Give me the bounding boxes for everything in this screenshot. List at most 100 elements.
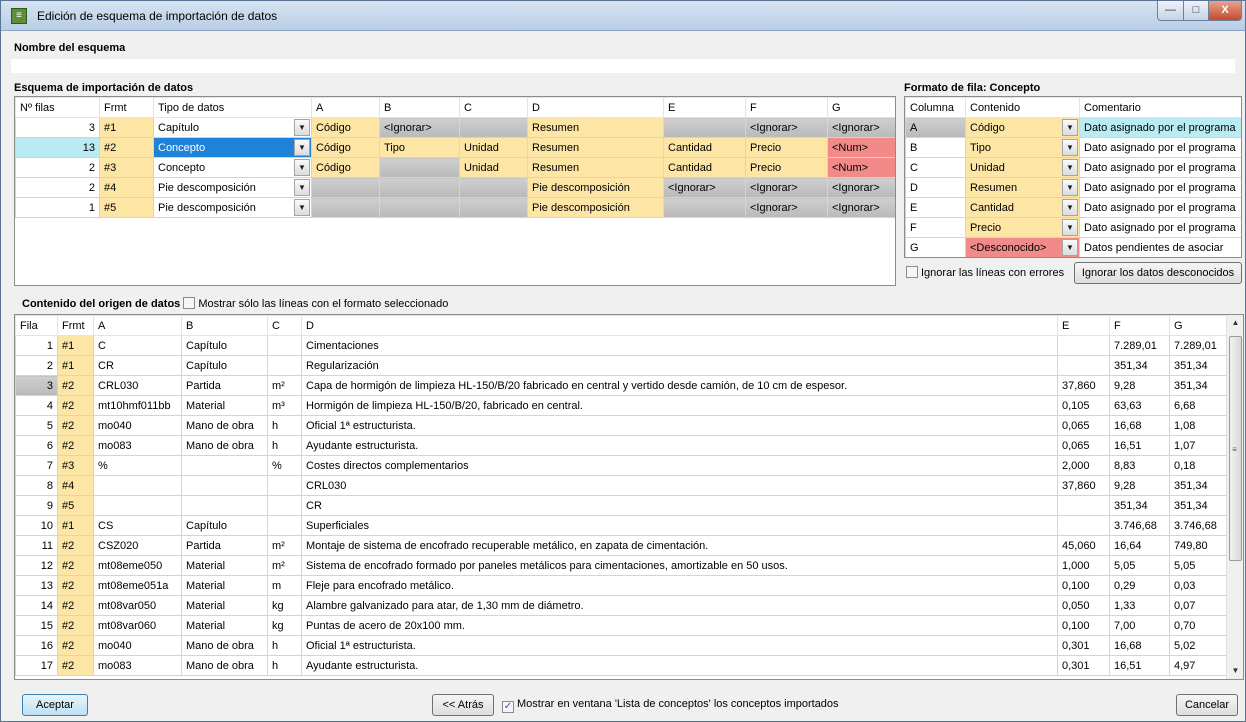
format-row[interactable]: A Código ▼ Dato asignado por el programa [905, 117, 1241, 138]
format-row[interactable]: D Resumen ▼ Dato asignado por el programa [905, 177, 1241, 198]
chevron-down-icon[interactable]: ▼ [294, 179, 310, 196]
schema-cell[interactable] [379, 157, 460, 178]
minimize-button[interactable]: — [1157, 1, 1184, 21]
scroll-down-icon[interactable]: ▼ [1227, 663, 1243, 679]
schema-row[interactable]: 13 #2 Concepto ▼ Código Tipo Unidad Resumen Cant… [15, 137, 895, 158]
schema-col-header[interactable]: B [379, 97, 460, 118]
schema-cell[interactable]: Precio [745, 157, 828, 178]
scroll-up-icon[interactable]: ▲ [1227, 315, 1243, 331]
data-type-select[interactable]: Capítulo ▼ [153, 117, 312, 138]
table-row[interactable]: 4 #2 mt10hmf011bb Material m³ Hormigón de lim… [15, 395, 1228, 416]
ignore-errors-checkbox[interactable]: Ignorar las líneas con errores [906, 266, 1064, 279]
schema-cell[interactable]: Precio [745, 137, 828, 158]
chevron-down-icon[interactable]: ▼ [294, 139, 310, 156]
source-col-header[interactable]: B [181, 315, 268, 336]
schema-cell[interactable] [459, 117, 528, 138]
checkbox-box[interactable] [906, 266, 918, 278]
schema-cell[interactable]: Resumen [527, 137, 664, 158]
chevron-down-icon[interactable]: ▼ [1062, 119, 1078, 136]
schema-cell[interactable] [379, 177, 460, 198]
schema-col-header[interactable]: A [311, 97, 380, 118]
schema-cell[interactable]: Pie descomposición [527, 197, 664, 218]
schema-row[interactable]: 2 #3 Concepto ▼ Código Unidad Resumen Cantidad P… [15, 157, 895, 178]
format-row[interactable]: C Unidad ▼ Dato asignado por el programa [905, 157, 1241, 178]
schema-cell[interactable]: <Num> [827, 157, 895, 178]
schema-cell[interactable] [663, 197, 746, 218]
table-row[interactable]: 5 #2 mo040 Mano de obra h Oficial 1ª estructu… [15, 415, 1228, 436]
format-row[interactable]: F Precio ▼ Dato asignado por el programa [905, 217, 1241, 238]
source-col-header[interactable]: A [93, 315, 182, 336]
schema-row[interactable]: 1 #5 Pie descomposición ▼ Pie descomposición… [15, 197, 895, 218]
schema-cell[interactable] [459, 197, 528, 218]
table-row[interactable]: 7 #3%% Costes directos complementarios 2,00… [15, 455, 1228, 476]
schema-cell[interactable]: <Ignorar> [663, 177, 746, 198]
chevron-down-icon[interactable]: ▼ [1062, 139, 1078, 156]
schema-cell[interactable]: <Ignorar> [827, 197, 895, 218]
schema-cell[interactable] [311, 197, 380, 218]
filter-checkbox[interactable] [183, 297, 196, 309]
schema-col-header[interactable]: D [527, 97, 664, 118]
schema-cell[interactable] [311, 177, 380, 198]
data-type-select[interactable]: Concepto ▼ [153, 137, 312, 158]
schema-col-header[interactable]: Nº filas [15, 97, 100, 118]
format-row[interactable]: E Cantidad ▼ Dato asignado por el programa [905, 197, 1241, 218]
schema-row[interactable]: 3 #1 Capítulo ▼ Código <Ignorar> Resumen <Ignor… [15, 117, 895, 138]
schema-cell[interactable]: Código [311, 137, 380, 158]
table-row[interactable]: 3 #2 CRL030 Partida m² Capa de hormigón de li… [15, 375, 1228, 396]
source-col-header[interactable]: C [267, 315, 302, 336]
data-type-select[interactable]: Pie descomposición ▼ [153, 177, 312, 198]
content-select[interactable]: Tipo ▼ [965, 137, 1080, 158]
table-row[interactable]: 1 #1 C Capítulo Cimentaciones 7.289,01 7.289,0… [15, 335, 1228, 356]
schema-cell[interactable]: Código [311, 117, 380, 138]
source-col-header[interactable]: D [301, 315, 1058, 336]
table-row[interactable]: 6 #2 mo083 Mano de obra h Ayudante estructuri… [15, 435, 1228, 456]
table-row[interactable]: 14 #2 mt08var050 Material kg Alambre galvaniz… [15, 595, 1228, 616]
schema-cell[interactable]: <Ignorar> [827, 177, 895, 198]
schema-cell[interactable]: Cantidad [663, 137, 746, 158]
schema-col-header[interactable]: G [827, 97, 895, 118]
source-scrollbar[interactable]: ▲ ≡ ▼ [1226, 315, 1243, 679]
schema-col-header[interactable]: Tipo de datos [153, 97, 312, 118]
schema-name-input[interactable] [10, 58, 1236, 74]
schema-col-header[interactable]: F [745, 97, 828, 118]
schema-cell[interactable]: <Ignorar> [745, 177, 828, 198]
schema-cell[interactable] [459, 177, 528, 198]
data-type-select[interactable]: Concepto ▼ [153, 157, 312, 178]
chevron-down-icon[interactable]: ▼ [1062, 219, 1078, 236]
content-select[interactable]: Resumen ▼ [965, 177, 1080, 198]
source-col-header[interactable]: Fila [15, 315, 58, 336]
table-row[interactable]: 11 #2 CSZ020 Partida m² Montaje de sistema de… [15, 535, 1228, 556]
table-row[interactable]: 8 #4 CRL030 37,860 9,28 351,34 [15, 475, 1228, 496]
data-type-select[interactable]: Pie descomposición ▼ [153, 197, 312, 218]
chevron-down-icon[interactable]: ▼ [294, 119, 310, 136]
schema-cell[interactable]: <Num> [827, 137, 895, 158]
chevron-down-icon[interactable]: ▼ [1062, 199, 1078, 216]
schema-row[interactable]: 2 #4 Pie descomposición ▼ Pie descomposición… [15, 177, 895, 198]
schema-cell[interactable]: <Ignorar> [745, 117, 828, 138]
schema-cell[interactable]: Pie descomposición [527, 177, 664, 198]
chevron-down-icon[interactable]: ▼ [294, 199, 310, 216]
schema-cell[interactable]: Resumen [527, 157, 664, 178]
content-select[interactable]: Unidad ▼ [965, 157, 1080, 178]
table-row[interactable]: 10 #1 CS Capítulo Superficiales 3.746,68 3.746… [15, 515, 1228, 536]
show-imported-option[interactable]: ✓ Mostrar en ventana 'Lista de conceptos'… [502, 698, 839, 713]
content-select[interactable]: Cantidad ▼ [965, 197, 1080, 218]
schema-col-header[interactable]: C [459, 97, 528, 118]
schema-cell[interactable]: <Ignorar> [827, 117, 895, 138]
show-imported-checkbox[interactable]: ✓ [502, 701, 514, 713]
format-row[interactable]: G <Desconocido> ▼ Datos pendientes de asoci… [905, 237, 1241, 257]
table-row[interactable]: 2 #1 CR Capítulo Regularización 351,34 351,34 [15, 355, 1228, 376]
chevron-down-icon[interactable]: ▼ [1062, 159, 1078, 176]
content-select[interactable]: Precio ▼ [965, 217, 1080, 238]
schema-cell[interactable]: Cantidad [663, 157, 746, 178]
close-button[interactable]: X [1208, 1, 1242, 21]
maximize-button[interactable]: □ [1183, 1, 1209, 21]
schema-cell[interactable]: Unidad [459, 157, 528, 178]
table-row[interactable]: 13 #2 mt08eme051a Material m Fleje para encof… [15, 575, 1228, 596]
schema-cell[interactable]: Unidad [459, 137, 528, 158]
content-select[interactable]: <Desconocido> ▼ [965, 237, 1080, 257]
format-row[interactable]: B Tipo ▼ Dato asignado por el programa [905, 137, 1241, 158]
schema-cell[interactable]: Tipo [379, 137, 460, 158]
cancel-button[interactable]: Cancelar [1176, 694, 1238, 716]
table-row[interactable]: 12 #2 mt08eme050 Material m² Sistema de encof… [15, 555, 1228, 576]
